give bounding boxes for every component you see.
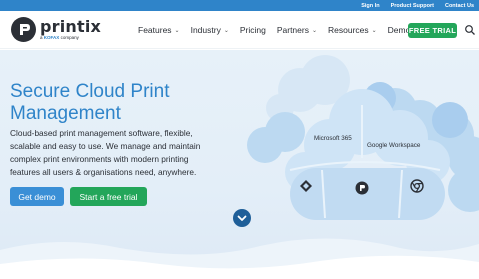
nav-item-resources[interactable]: Resources ⌄ [328, 25, 377, 35]
chevron-down-icon: ⌄ [311, 27, 317, 34]
azure-icon [300, 180, 312, 192]
nav-menu: Features ⌄ Industry ⌄ Pricing Partners ⌄ Re… [138, 11, 421, 49]
chrome-icon [410, 179, 424, 193]
nav-item-features[interactable]: Features ⌄ [138, 25, 180, 35]
start-free-trial-button[interactable]: Start a free trial [70, 187, 147, 206]
nav-item-pricing[interactable]: Pricing [240, 25, 266, 35]
nav-item-industry[interactable]: Industry ⌄ [191, 25, 229, 35]
nav-item-partners[interactable]: Partners ⌄ [277, 25, 317, 35]
hero-description: Cloud-based print management software, f… [10, 128, 201, 177]
logo-wordmark: printix [40, 16, 102, 36]
scroll-down-button[interactable] [233, 209, 251, 227]
contact-us-link[interactable]: Contact Us [445, 3, 474, 9]
hero-section: Microsoft 365 Google Workspace Secure Cl… [0, 50, 479, 279]
printix-icon [355, 181, 369, 195]
printix-logo[interactable]: printix a KOFAX company [11, 17, 101, 42]
cloud-label-microsoft-365: Microsoft 365 [314, 135, 352, 142]
free-trial-button[interactable]: FREE TRIAL [408, 23, 457, 38]
chevron-down-icon [237, 215, 247, 221]
get-demo-button[interactable]: Get demo [10, 187, 64, 206]
chevron-down-icon: ⌄ [223, 27, 229, 34]
chevron-down-icon: ⌄ [371, 27, 377, 34]
sign-in-link[interactable]: Sign In [361, 3, 379, 9]
product-support-link[interactable]: Product Support [391, 3, 434, 9]
cloud-label-google-workspace: Google Workspace [367, 142, 421, 149]
hero-title: Secure Cloud Print Management [10, 81, 170, 124]
utility-bar: Sign In Product Support Contact Us [0, 0, 479, 11]
main-navigation: printix a KOFAX company Features ⌄ Indust… [0, 11, 479, 49]
printix-logo-icon [11, 17, 36, 42]
nav-item-demo[interactable]: Demo [388, 25, 411, 35]
chevron-down-icon: ⌄ [174, 27, 180, 34]
search-icon[interactable] [464, 24, 476, 36]
utility-links: Sign In Product Support Contact Us [361, 0, 474, 11]
